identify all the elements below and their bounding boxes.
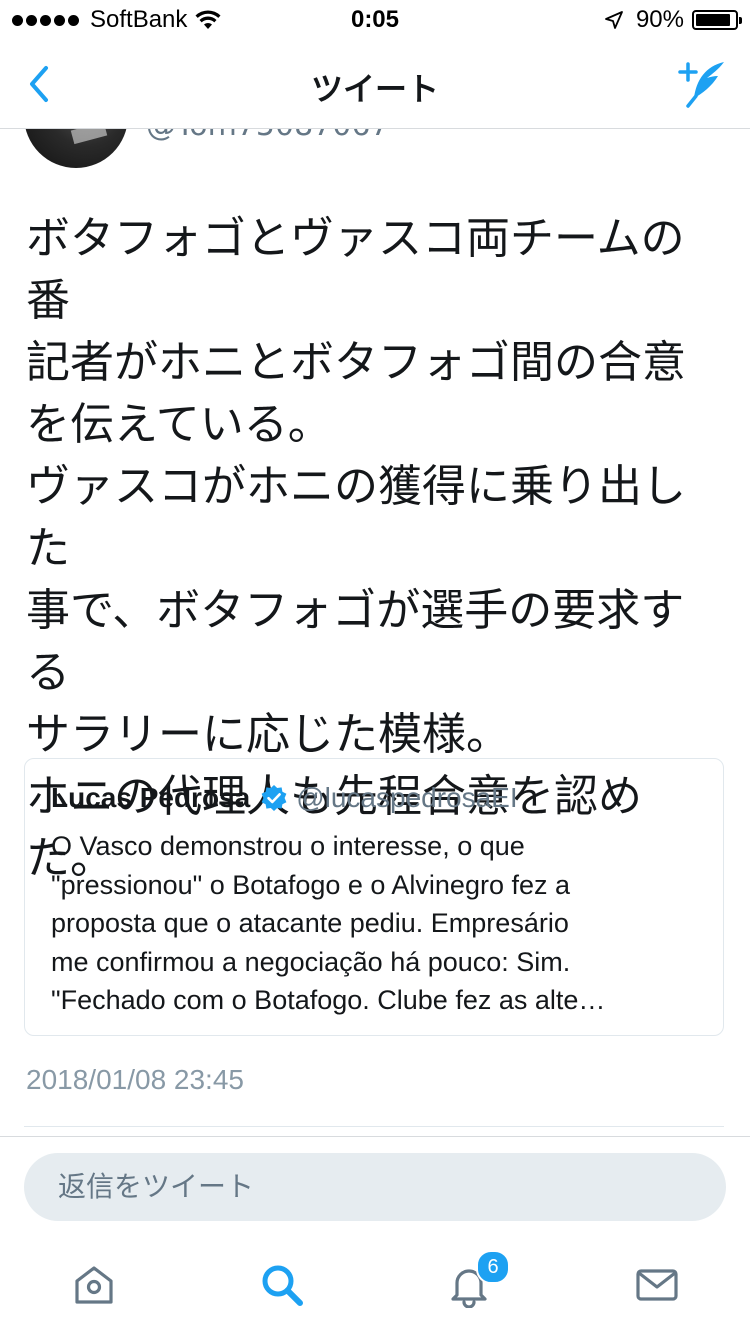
location-arrow-icon <box>605 11 623 29</box>
quoted-text-line: O Vasco demonstrou o interesse, o que <box>51 831 525 861</box>
quoted-text-line: "pressionou" o Botafogo e o Alvinegro fe… <box>51 869 571 900</box>
tab-home[interactable] <box>71 1262 117 1308</box>
tweet-timestamp: 2018/01/08 23:45 <box>26 1064 244 1095</box>
quoted-text-line: proposta que o atacante pediu. Empresári… <box>51 908 569 938</box>
battery-percent: 90% <box>635 6 684 33</box>
nav-bar: ツイート <box>0 40 750 129</box>
compose-tweet-icon[interactable] <box>676 58 728 110</box>
quoted-text-line: me confirmou a negociação há pouco: Sim. <box>51 946 571 977</box>
quoted-tweet-header: Lucas Pedrosa @lucaspedrosaEI <box>51 781 697 815</box>
page-title: ツイート <box>310 70 439 108</box>
reply-bar: 返信をツイート <box>0 1136 750 1237</box>
tweet-detail: @Tom75087067 ボタフォゴとヴァスコ両チームの番 記者がホニとボタフォ… <box>0 40 750 1136</box>
battery-icon <box>692 10 742 30</box>
divider <box>24 1126 724 1127</box>
quoted-tweet-card[interactable]: Lucas Pedrosa @lucaspedrosaEI O Vasco de… <box>24 758 724 1036</box>
status-right: 90% <box>604 6 742 34</box>
status-bar: SoftBank 0:05 90% <box>0 0 750 40</box>
notification-badge: 6 <box>476 1250 510 1284</box>
tab-messages[interactable] <box>634 1262 680 1308</box>
quoted-tweet-text: O Vasco demonstrou o interesse, o que "p… <box>51 827 697 1020</box>
battery-fill <box>696 14 731 26</box>
home-icon <box>75 1266 113 1304</box>
quoted-text-line: "Fechado com o Botafogo. Clube fez as al… <box>51 985 606 1015</box>
envelope-icon <box>636 1269 678 1301</box>
tab-bar: 6 <box>0 1236 750 1334</box>
quoted-author-name: Lucas Pedrosa <box>51 782 251 813</box>
search-icon <box>262 1265 303 1306</box>
reply-input[interactable]: 返信をツイート <box>24 1153 726 1221</box>
tab-search[interactable] <box>259 1262 305 1308</box>
quoted-author-handle: @lucaspedrosaEI <box>296 782 518 813</box>
verified-badge-icon <box>261 785 287 811</box>
